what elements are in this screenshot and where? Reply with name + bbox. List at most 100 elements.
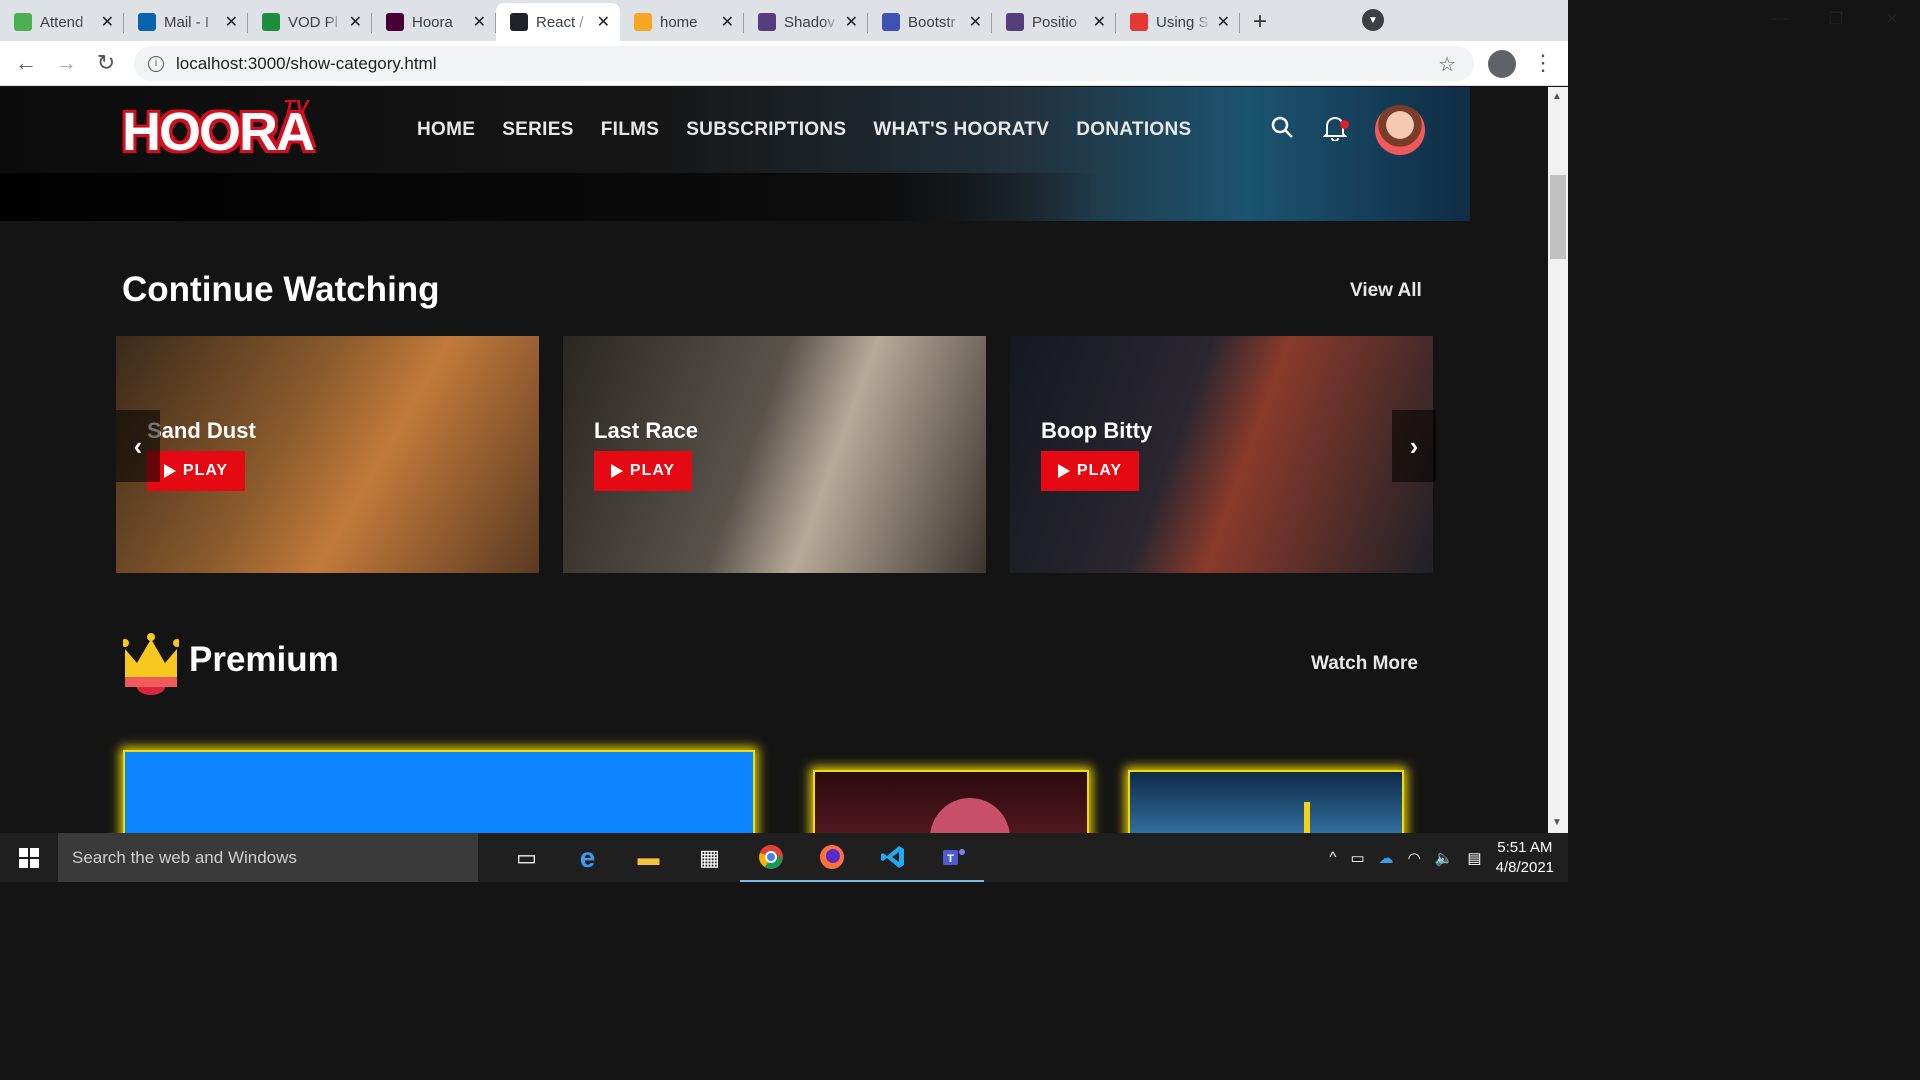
firefox-icon[interactable] [801,833,862,882]
nav-item-series[interactable]: SERIES [502,119,574,141]
browser-tab[interactable]: Mail - I ✕ [124,3,248,41]
view-all-link[interactable]: View All [1350,280,1422,302]
crown-icon [123,633,179,695]
close-tab-icon[interactable]: ✕ [1093,12,1106,32]
taskbar-search-box[interactable]: Search the web and Windows [58,833,478,882]
reload-button[interactable]: ↻ [92,49,120,77]
browser-profile-icon[interactable] [1488,50,1516,78]
bookmark-star-icon[interactable]: ☆ [1438,52,1456,77]
browser-tab[interactable]: home ✕ [620,3,744,41]
scroll-up-arrow[interactable]: ▲ [1552,91,1562,102]
play-button[interactable]: PLAY [1041,451,1139,491]
minimize-button[interactable]: — [1752,0,1808,38]
premium-featured-card[interactable] [123,750,755,833]
site-info-icon[interactable]: i [148,55,164,72]
tab-title: VOD Pl [288,13,339,31]
close-tab-icon[interactable]: ✕ [721,12,734,32]
close-window-button[interactable]: ✕ [1864,0,1920,38]
carousel-prev-arrow[interactable]: ‹ [116,410,160,482]
nav-item-donations[interactable]: DONATIONS [1076,119,1191,141]
browser-menu-icon[interactable]: ⋮ [1532,50,1554,76]
browser-tab[interactable]: Shadov ✕ [744,3,868,41]
windows-taskbar: Search the web and Windows ▭ e ▬ ▦ T ^ ▭… [0,833,1568,882]
premium-card[interactable] [813,770,1089,833]
teams-icon[interactable]: T [923,833,984,882]
browser-tab[interactable]: React / ✕ [496,3,620,41]
scroll-down-arrow[interactable]: ▼ [1552,817,1562,828]
premium-card[interactable] [1128,770,1404,833]
system-tray: ^ ▭ ☁ ◠ 🔈 ▤ 5:51 AM 4/8/2021 [1329,833,1554,882]
show-title: Last Race [594,418,698,443]
bootstrap-icon [1006,13,1024,31]
outlook-icon [138,13,156,31]
scrollbar-thumb[interactable] [1550,175,1566,259]
show-card-last-race[interactable]: Last Race PLAY [563,336,986,573]
clock[interactable]: 5:51 AM 4/8/2021 [1496,838,1554,878]
store-icon[interactable]: ▦ [679,833,740,882]
svg-text:T: T [947,853,954,865]
show-card-sand-dust[interactable]: Sand Dust PLAY [116,336,539,573]
browser-tab[interactable]: Positio ✕ [992,3,1116,41]
wifi-icon[interactable]: ◠ [1408,849,1421,867]
user-avatar[interactable] [1375,105,1425,155]
site-logo-tv: TV [283,97,309,119]
url-bar[interactable]: i localhost:3000/show-category.html ☆ [134,46,1474,81]
tab-title: Attend [40,13,84,31]
browser-tab[interactable]: VOD Pl ✕ [248,3,372,41]
tab-title: React / [536,13,584,31]
close-tab-icon[interactable]: ✕ [473,12,486,32]
nav-item-what-s-hooratv[interactable]: WHAT'S HOORATV [873,119,1049,141]
file-explorer-icon[interactable]: ▬ [618,833,679,882]
carousel-next-arrow[interactable]: › [1392,410,1436,482]
show-card-boop-bitty[interactable]: Boop Bitty PLAY [1010,336,1433,573]
close-tab-icon[interactable]: ✕ [845,12,858,32]
close-tab-icon[interactable]: ✕ [101,12,114,32]
premium-card-art [1190,802,1310,833]
browser-tab[interactable]: Attend ✕ [0,3,124,41]
tab-title: Using S [1156,13,1209,31]
task-view-icon[interactable]: ▭ [496,833,557,882]
volume-icon[interactable]: 🔈 [1435,849,1454,867]
back-button[interactable]: ← [12,49,40,77]
battery-icon[interactable]: ▭ [1350,849,1364,867]
forward-button[interactable]: → [52,49,80,77]
browser-tab[interactable]: Bootstr ✕ [868,3,992,41]
tab-title: Positio [1032,13,1078,31]
edge-icon[interactable]: e [557,833,618,882]
vscode-icon[interactable] [862,833,923,882]
search-icon[interactable] [1270,115,1294,146]
nav-item-home[interactable]: HOME [417,119,475,141]
close-tab-icon[interactable]: ✕ [597,12,610,32]
play-button[interactable]: PLAY [594,451,692,491]
address-toolbar: ← → ↻ i localhost:3000/show-category.htm… [0,41,1568,86]
browser-tab[interactable]: Hoora ✕ [372,3,496,41]
chrome-icon[interactable] [740,833,801,882]
onedrive-icon[interactable]: ☁ [1379,849,1394,867]
tray-chevron-icon[interactable]: ^ [1329,849,1336,866]
new-tab-button[interactable]: + [1240,3,1280,41]
show-title: Sand Dust [147,418,256,443]
home-icon [634,13,652,31]
attend-icon [14,13,32,31]
tab-title: Hoora [412,13,453,31]
clock-time: 5:51 AM [1497,838,1553,856]
start-button[interactable] [0,847,58,868]
banner-fade [0,173,1470,221]
restore-button[interactable]: ❐ [1808,0,1864,38]
clock-date: 4/8/2021 [1495,858,1554,876]
tab-search-icon[interactable]: ▼ [1362,9,1384,31]
close-tab-icon[interactable]: ✕ [225,12,238,32]
close-tab-icon[interactable]: ✕ [1217,12,1230,32]
windows-logo-icon [19,847,39,868]
watch-more-link[interactable]: Watch More [1311,653,1418,675]
browser-tab[interactable]: Using S ✕ [1116,3,1240,41]
play-button[interactable]: PLAY [147,451,245,491]
close-tab-icon[interactable]: ✕ [349,12,362,32]
page-scrollbar[interactable]: ▲ ▼ [1548,87,1568,833]
close-tab-icon[interactable]: ✕ [969,12,982,32]
nav-item-subscriptions[interactable]: SUBSCRIPTIONS [686,119,846,141]
premium-card-art [930,798,1010,833]
react-icon [510,13,528,31]
nav-item-films[interactable]: FILMS [601,119,660,141]
action-center-icon[interactable]: ▤ [1467,849,1481,867]
